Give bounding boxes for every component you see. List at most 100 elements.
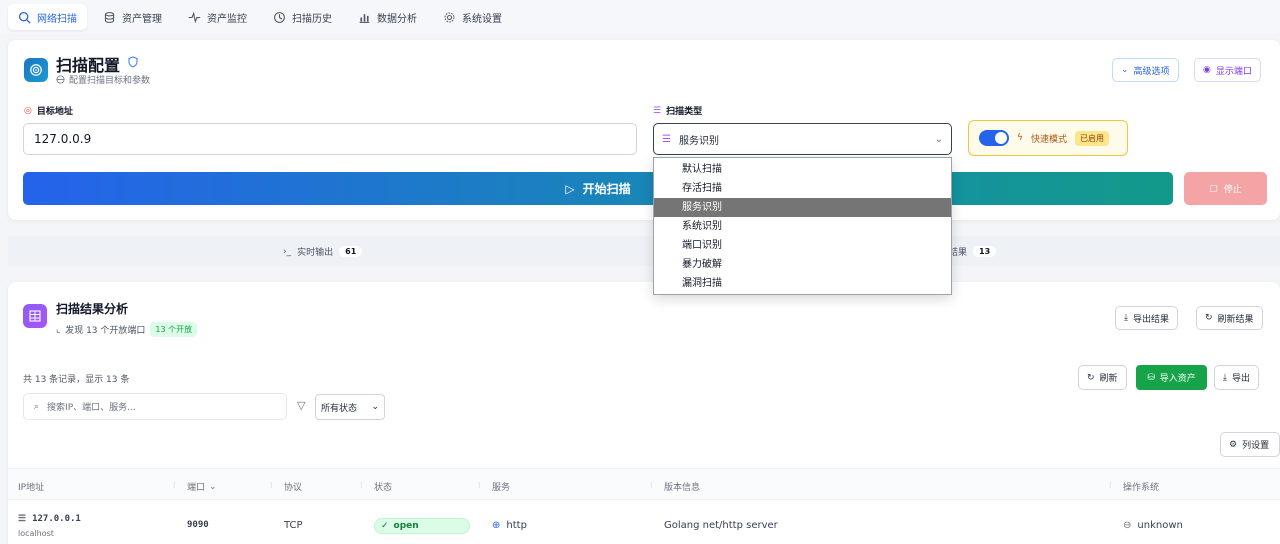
- history-icon: [274, 11, 285, 23]
- target-icon: ◎: [24, 105, 32, 116]
- tab-label: 资产管理: [122, 13, 162, 25]
- dropdown-option-service-detection[interactable]: 服务识别: [654, 198, 951, 217]
- refresh-results-button[interactable]: ↻ 刷新结果: [1196, 306, 1263, 330]
- dropdown-option-default-scan[interactable]: 默认扫描: [654, 160, 951, 179]
- dropdown-option-port-detection[interactable]: 端口识别: [654, 236, 951, 255]
- status-filter-select[interactable]: 所有状态 ⌄: [315, 394, 385, 420]
- export-button[interactable]: ⤓ 导出: [1214, 365, 1259, 390]
- column-divider: ⁝: [173, 481, 176, 490]
- column-divider: ⁝: [1109, 481, 1112, 490]
- enabled-badge: 已启用: [1074, 130, 1109, 146]
- tab-system-settings[interactable]: 系统设置: [433, 4, 512, 30]
- ip-cell: ☰ 127.0.0.1: [18, 514, 81, 524]
- target-input[interactable]: 127.0.0.9: [23, 123, 637, 155]
- globe-icon: [56, 75, 65, 84]
- tab-label: 网络扫描: [37, 13, 77, 25]
- table-header: IP地址 ⁝ 端口 ⌄ ⁝ 协议 ⁝ 状态 ⁝ 服务 ⁝ 版本信息 ⁝ 操作系统: [8, 468, 1280, 500]
- server-icon: ☰: [662, 133, 671, 145]
- os-cell: ⊖ unknown: [1123, 520, 1183, 531]
- stop-button[interactable]: ▢ 停止: [1184, 172, 1267, 205]
- column-header-os[interactable]: 操作系统: [1123, 480, 1159, 493]
- service-cell: ⊕ http: [492, 520, 527, 531]
- radar-icon: [24, 58, 48, 82]
- top-nav: 网络扫描 资产管理 资产监控 扫描历史 数据分析 系统设置: [0, 0, 1280, 34]
- scan-config-card: 扫描配置 配置扫描目标和参数 ⌄ 高级选项 ◉ 显示端口 ◎ 目标地址 127.…: [8, 40, 1280, 220]
- dropdown-option-vuln-scan[interactable]: 漏洞扫描: [654, 274, 951, 293]
- version-cell: Golang net/http server: [664, 520, 778, 531]
- quick-mode-panel: ϟ 快速模式 已启用: [968, 120, 1128, 156]
- host-cell: localhost: [18, 529, 54, 538]
- count-badge: 61: [339, 246, 363, 257]
- column-divider: ⁝: [270, 481, 273, 490]
- dropdown-option-os-detection[interactable]: 系统识别: [654, 217, 951, 236]
- tab-network-scan[interactable]: 网络扫描: [8, 4, 87, 30]
- scan-type-select[interactable]: ☰ 服务识别 ⌄: [653, 123, 952, 155]
- start-scan-button[interactable]: ▷ 开始扫描: [23, 172, 1173, 205]
- tab-results[interactable]: 结果 13: [949, 245, 997, 258]
- output-tab-strip: ›_ 实时输出 61 结果 13: [8, 236, 1280, 266]
- tab-realtime-output[interactable]: ›_ 实时输出 61: [283, 245, 363, 258]
- tab-scan-history[interactable]: 扫描历史: [263, 4, 342, 30]
- scan-results-card: 扫描结果分析 ⌞ 发现 13 个开放端口 13 个开放 ⤓ 导出结果 ↻ 刷新结…: [8, 282, 1280, 544]
- column-header-service[interactable]: 服务: [492, 480, 510, 493]
- export-results-button[interactable]: ⤓ 导出结果: [1115, 306, 1178, 330]
- column-divider: ⁝: [650, 481, 653, 490]
- column-header-port[interactable]: 端口 ⌄: [187, 480, 217, 494]
- globe-icon: ⊕: [492, 520, 501, 531]
- tab-label: 系统设置: [462, 13, 502, 25]
- page-subtitle: 配置扫描目标和参数: [56, 73, 150, 86]
- column-header-status[interactable]: 状态: [374, 480, 392, 493]
- column-header-ip[interactable]: IP地址: [18, 480, 44, 493]
- server-icon: ☰: [18, 514, 27, 524]
- shield-icon: [128, 56, 138, 68]
- table-icon: [23, 304, 47, 328]
- database-icon: ⛁: [1147, 372, 1155, 383]
- search-icon: [18, 11, 31, 24]
- advanced-options-button[interactable]: ⌄ 高级选项: [1112, 58, 1179, 82]
- tab-label: 数据分析: [377, 13, 417, 25]
- results-title: 扫描结果分析: [56, 302, 129, 316]
- column-divider: ⁝: [478, 481, 481, 490]
- search-icon: ⌕: [34, 401, 40, 412]
- quick-mode-toggle[interactable]: [979, 130, 1009, 146]
- tab-asset-monitor[interactable]: 资产监控: [178, 4, 257, 30]
- lightning-icon: ϟ: [1017, 133, 1023, 143]
- column-header-protocol[interactable]: 协议: [284, 480, 302, 493]
- download-icon: ⤓: [1124, 313, 1128, 323]
- gear-icon: ⚙: [1229, 439, 1238, 450]
- sort-icon: ⌄: [209, 481, 217, 492]
- import-assets-button[interactable]: ⛁ 导入资产: [1136, 365, 1207, 390]
- hard-drive-icon: ⊖: [1123, 520, 1132, 531]
- activity-icon: [188, 11, 201, 23]
- dropdown-option-brute-force[interactable]: 暴力破解: [654, 255, 951, 274]
- eye-icon: ◉: [1203, 65, 1211, 75]
- stop-icon: ▢: [1209, 183, 1218, 194]
- dropdown-option-alive-scan[interactable]: 存活扫描: [654, 179, 951, 198]
- count-badge: 13: [973, 246, 997, 257]
- open-count-badge: 13 个开放: [150, 322, 198, 337]
- chart-icon: ⌞: [56, 324, 61, 335]
- column-header-version[interactable]: 版本信息: [664, 480, 700, 493]
- download-icon: ⤓: [1223, 372, 1227, 383]
- show-ports-button[interactable]: ◉ 显示端口: [1194, 58, 1261, 82]
- gear-icon: [444, 12, 455, 22]
- search-input[interactable]: ⌕ 搜索IP、端口、服务...: [23, 393, 287, 420]
- database-icon: [104, 11, 115, 23]
- port-cell: 9090: [187, 520, 209, 530]
- scan-type-dropdown: 默认扫描 存活扫描 服务识别 系统识别 端口识别 暴力破解 漏洞扫描: [653, 157, 952, 295]
- status-badge: ✓ open: [374, 518, 470, 534]
- bar-chart-icon: [359, 13, 370, 23]
- refresh-icon: ↻: [1205, 313, 1213, 323]
- tab-asset-management[interactable]: 资产管理: [93, 4, 172, 30]
- refresh-button[interactable]: ↻ 刷新: [1078, 365, 1127, 390]
- column-settings-button[interactable]: ⚙ 列设置: [1220, 432, 1280, 457]
- chevron-down-icon: ⌄: [1121, 65, 1129, 75]
- column-divider: ⁝: [360, 481, 363, 490]
- protocol-cell: TCP: [284, 520, 303, 531]
- play-icon: ▷: [565, 181, 575, 196]
- record-summary: 共 13 条记录，显示 13 条: [23, 375, 130, 385]
- tab-data-analysis[interactable]: 数据分析: [348, 4, 427, 30]
- server-icon: ☰: [653, 105, 662, 116]
- chevron-down-icon: ⌄: [934, 133, 943, 145]
- filter-icon: ▽: [297, 399, 306, 412]
